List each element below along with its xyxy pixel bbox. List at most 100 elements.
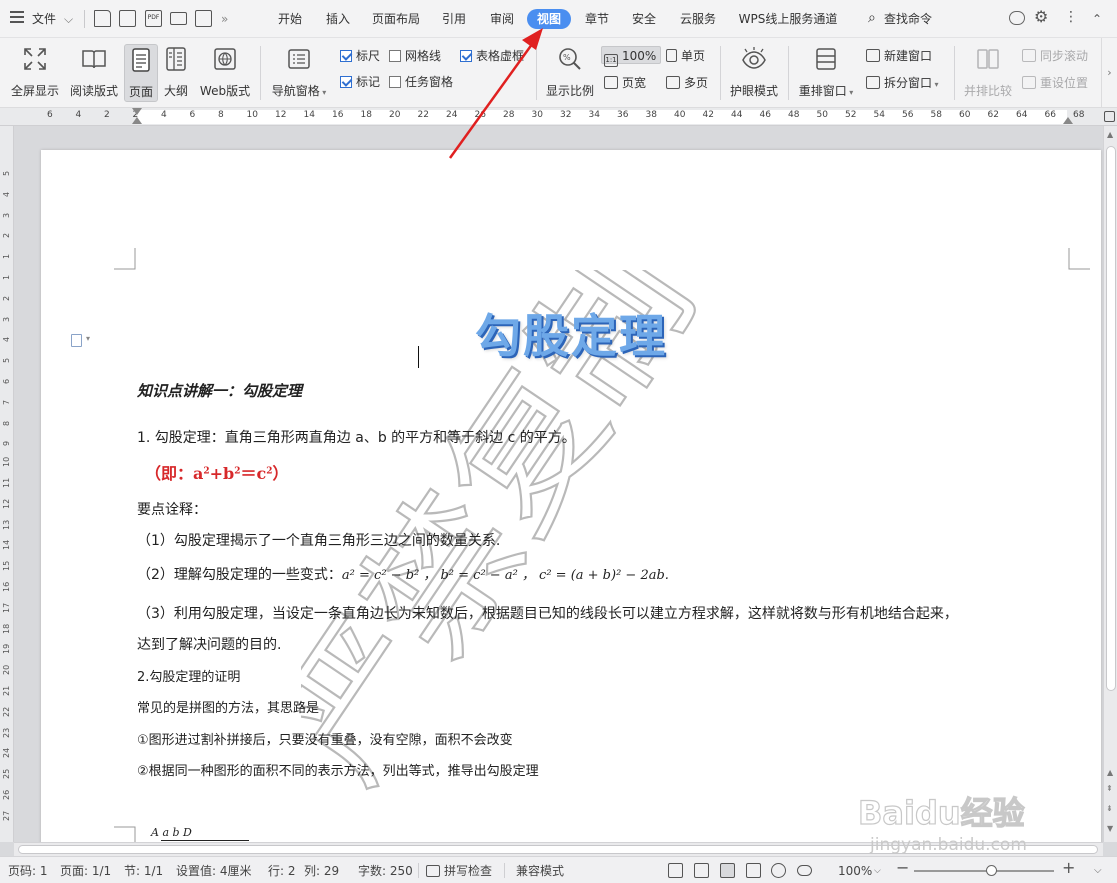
tab-wps-online[interactable]: WPS线上服务通道: [732, 9, 844, 29]
table-gridlines-checkbox[interactable]: 表格虚框: [460, 47, 524, 65]
proof-step-2[interactable]: ②根据同一种图形的面积不同的表示方法，列出等式，推导出勾股定理: [137, 760, 539, 779]
eye-protect-icon[interactable]: [797, 865, 812, 876]
note-3-line-1[interactable]: （3）利用勾股定理，当设定一条直角边长为未知数后，根据题目已知的线段长可以建立方…: [137, 603, 958, 623]
reading-mode-icon[interactable]: [694, 863, 709, 878]
more-quick-access[interactable]: »: [221, 10, 228, 28]
hamburger-icon[interactable]: [10, 11, 24, 23]
rearrange-window-button[interactable]: 重排窗口 ▾: [794, 44, 858, 102]
formula-line[interactable]: （即：a2+b2＝c2）: [145, 460, 289, 484]
compat-mode[interactable]: 兼容模式: [516, 863, 564, 879]
web-view-button[interactable]: Web版式: [196, 44, 254, 102]
web-view-icon[interactable]: [771, 863, 786, 878]
indent-marker[interactable]: [132, 117, 142, 124]
new-window-button[interactable]: 新建窗口: [866, 47, 932, 65]
spellcheck-icon[interactable]: [426, 865, 440, 877]
export-pdf-icon[interactable]: PDF: [145, 10, 162, 27]
status-more-icon[interactable]: ⌵: [1094, 863, 1102, 879]
notes-heading[interactable]: 要点诠释：: [137, 499, 207, 519]
note-2[interactable]: （2）理解勾股定理的一些变式：a² = c² − b² ， b² = c² − …: [137, 564, 669, 584]
zoom-slider[interactable]: [914, 865, 1054, 876]
print-preview-icon[interactable]: [195, 10, 212, 27]
file-menu[interactable]: 文件: [32, 10, 56, 28]
checkbox-checked[interactable]: [460, 50, 472, 62]
section-indicator[interactable]: 节: 1/1: [124, 863, 163, 879]
horizontal-ruler[interactable]: 6 4 2 2 4 6 8 10 12 14 16 18 20 22 24 26 28 30 32 34 36 38 40 4…: [0, 108, 1117, 126]
horizontal-scrollbar[interactable]: [14, 842, 1103, 856]
nav-pane-button[interactable]: 导航窗格 ▾: [268, 44, 330, 102]
paragraph-1[interactable]: 1. 勾股定理：直角三角形两直角边 a、b 的平方和等于斜边 c 的平方。: [137, 427, 576, 447]
scrollbar-thumb[interactable]: [18, 845, 1098, 854]
setting-value[interactable]: 设置值: 4厘米: [176, 863, 252, 879]
outline-view-button[interactable]: 大纲: [160, 44, 192, 102]
checkbox-checked[interactable]: [340, 76, 352, 88]
page-number[interactable]: 页码: 1: [8, 863, 48, 879]
search-command[interactable]: 查找命令: [884, 10, 932, 28]
checkbox-checked[interactable]: [340, 50, 352, 62]
collapse-ribbon-icon[interactable]: ⌃: [1092, 10, 1102, 28]
right-indent-marker[interactable]: [1063, 117, 1073, 124]
scroll-top-icon[interactable]: ▲: [1107, 768, 1113, 777]
proof-heading[interactable]: 2.勾股定理的证明: [137, 666, 240, 685]
proof-intro[interactable]: 常见的是拼图的方法，其思路是: [137, 697, 319, 716]
side-by-side-button[interactable]: 并排比较: [960, 44, 1016, 102]
scroll-down-icon[interactable]: ▼: [1107, 824, 1113, 833]
chevron-down-icon[interactable]: ⌵: [874, 863, 881, 879]
more-options-icon[interactable]: ⋮: [1064, 8, 1078, 26]
spellcheck-button[interactable]: 拼写检查: [444, 863, 492, 879]
page-up-icon[interactable]: ⇞: [1106, 784, 1113, 793]
page-width-button[interactable]: 页宽: [604, 74, 646, 92]
row-indicator[interactable]: 行: 2: [268, 863, 296, 879]
document-page[interactable]: 严禁复制 ▾ 勾股定理 知识点讲解一：勾股定理 1. 勾股定理：直角三角形两直角…: [41, 150, 1101, 842]
zoom-100-button[interactable]: 1:1 100%: [601, 46, 662, 67]
sync-scroll-button[interactable]: 同步滚动: [1022, 47, 1088, 65]
tab-references[interactable]: 引用: [434, 9, 474, 29]
vertical-ruler[interactable]: 5 4 3 2 1 1 2 3 4 5 6 7 8 9 10 11 12 13 14 15 16 17 18 19 20 21 22…: [0, 126, 14, 842]
tab-chapter[interactable]: 章节: [577, 9, 617, 29]
checkbox-unchecked[interactable]: [389, 76, 401, 88]
comment-icon[interactable]: [1009, 11, 1025, 25]
page-view-button[interactable]: 页面: [124, 44, 158, 102]
document-canvas[interactable]: 严禁复制 ▾ 勾股定理 知识点讲解一：勾股定理 1. 勾股定理：直角三角形两直角…: [14, 126, 1103, 842]
scrollbar-thumb[interactable]: [1106, 146, 1116, 691]
tab-page-layout[interactable]: 页面布局: [366, 9, 426, 29]
zoom-in-icon[interactable]: +: [1062, 860, 1075, 876]
note-1[interactable]: （1）勾股定理揭示了一个直角三角形三边之间的数量关系.: [137, 530, 500, 550]
multi-page-button[interactable]: 多页: [666, 74, 708, 92]
reset-position-button[interactable]: 重设位置: [1022, 74, 1088, 92]
ruler-checkbox[interactable]: 标尺: [340, 47, 380, 65]
tab-view[interactable]: 视图: [527, 9, 571, 29]
open-folder-icon[interactable]: [94, 10, 111, 27]
page-view-icon[interactable]: [720, 863, 735, 878]
zoom-out-icon[interactable]: −: [896, 860, 909, 876]
zoom-ratio-button[interactable]: % 显示比例: [542, 44, 598, 102]
task-pane-checkbox[interactable]: 任务窗格: [389, 73, 453, 91]
fullscreen-button[interactable]: 全屏显示: [6, 44, 64, 102]
tab-review[interactable]: 审阅: [482, 9, 522, 29]
gear-icon[interactable]: ⚙: [1034, 8, 1048, 26]
search-icon[interactable]: ⌕: [868, 9, 876, 27]
note-3-line-2[interactable]: 达到了解决问题的目的.: [137, 634, 281, 654]
word-count[interactable]: 字数: 250: [358, 863, 413, 879]
single-page-button[interactable]: 单页: [666, 47, 705, 65]
eye-protect-button[interactable]: 护眼模式: [726, 44, 782, 102]
page-count[interactable]: 页面: 1/1: [60, 863, 111, 879]
section-heading[interactable]: 知识点讲解一：勾股定理: [137, 380, 302, 401]
ribbon-scroll-right-icon[interactable]: ›: [1101, 38, 1117, 108]
ruler-toggle-icon[interactable]: [1104, 111, 1115, 122]
document-title[interactable]: 勾股定理: [41, 300, 1101, 366]
chevron-down-icon[interactable]: ⌵: [64, 10, 73, 28]
reading-mode-button[interactable]: 阅读版式: [66, 44, 122, 102]
indent-marker[interactable]: [132, 108, 142, 115]
proof-step-1[interactable]: ①图形进过割补拼接后，只要没有重叠，没有空隙，面积不会改变: [137, 729, 513, 748]
split-window-button[interactable]: 拆分窗口 ▾: [866, 74, 939, 92]
zoom-slider-thumb[interactable]: [986, 865, 997, 876]
tab-home[interactable]: 开始: [270, 9, 310, 29]
print-icon[interactable]: [170, 12, 187, 25]
scroll-up-icon[interactable]: ▲: [1107, 130, 1113, 139]
tab-cloud[interactable]: 云服务: [672, 9, 724, 29]
fullscreen-icon[interactable]: [668, 863, 683, 878]
tab-insert[interactable]: 插入: [318, 9, 358, 29]
save-icon[interactable]: [119, 10, 136, 27]
vertical-scrollbar[interactable]: ▲ ▲ ⇞ ⇟ ▼: [1103, 126, 1117, 842]
marks-checkbox[interactable]: 标记: [340, 73, 380, 91]
